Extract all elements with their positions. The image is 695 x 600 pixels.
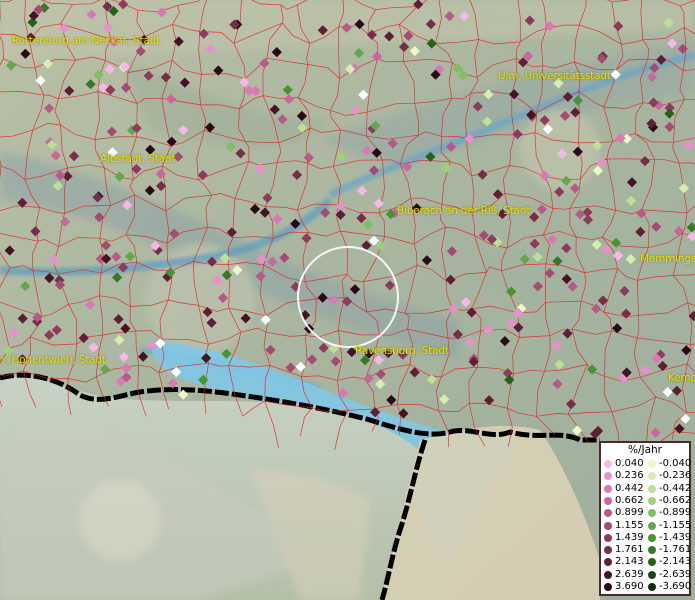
legend-swatch-positive — [604, 460, 612, 468]
legend-row: 0.236 -0.236 — [601, 470, 692, 482]
legend-title: %/Jahr — [627, 444, 663, 456]
legend-swatch-positive — [604, 521, 612, 530]
legend-row: 1.439 -1.439 — [601, 531, 692, 544]
legend-swatch-negative — [648, 558, 656, 567]
legend-swatch-positive — [604, 509, 612, 518]
legend-row: 3.690 -3.690 — [601, 581, 692, 593]
legend-swatch-positive — [604, 496, 612, 505]
legend-value-negative: -2.143 — [659, 556, 692, 568]
legend-swatch-positive — [604, 484, 612, 493]
legend-swatch-negative — [648, 472, 656, 481]
legend-value-negative: -1.761 — [659, 544, 692, 556]
city-label-kempten: Kemp — [668, 372, 695, 384]
city-label-rottenburg: Rottenburg am Neckar, Stadt — [12, 35, 161, 47]
legend-swatch-negative — [648, 521, 656, 530]
legend-swatch-negative — [648, 570, 656, 579]
legend-swatch-negative — [648, 509, 656, 518]
legend-swatch-positive — [604, 558, 612, 567]
legend-value-positive: 1.439 — [615, 531, 644, 543]
legend-row: 1.155 -1.155 — [601, 519, 692, 532]
legend-value-positive: 0.236 — [615, 470, 644, 482]
legend-value-negative: -0.442 — [659, 482, 692, 494]
legend-value-negative: -0.040 — [659, 458, 692, 469]
legend-row: 1.761 -1.761 — [601, 544, 692, 556]
city-label-singen: n (Hohentwiel), Stadt — [0, 354, 106, 366]
legend-value-negative: -1.155 — [659, 519, 692, 531]
legend-value-positive: 0.899 — [615, 507, 644, 519]
legend-swatch-positive — [604, 472, 612, 481]
legend-value-positive: 2.143 — [615, 556, 644, 568]
legend-swatch-positive — [604, 570, 612, 579]
legend-value-negative: -2.639 — [659, 568, 692, 580]
legend-row: 2.143 -2.143 — [601, 556, 692, 568]
legend-value-positive: 2.639 — [615, 568, 644, 580]
legend-value-positive: 0.442 — [615, 482, 644, 494]
legend-swatch-positive — [604, 533, 612, 542]
legend-value-positive: 0.040 — [615, 458, 644, 469]
legend-value-positive: 3.690 — [615, 581, 644, 592]
legend-row: 2.639 -2.639 — [601, 568, 692, 581]
legend-swatch-negative — [648, 496, 656, 505]
legend: %/Jahr 0.040 -0.040 0.236 -0.236 0.442 -0.442… — [599, 441, 691, 596]
legend-row: 0.040 -0.040 — [601, 458, 692, 470]
legend-value-positive: 1.761 — [615, 544, 644, 556]
legend-value-negative: -0.236 — [659, 470, 692, 482]
legend-value-positive: 1.155 — [615, 519, 644, 531]
legend-value-negative: -0.899 — [659, 507, 692, 519]
legend-row: 0.662 -0.662 — [601, 494, 692, 507]
legend-swatch-negative — [648, 460, 656, 468]
map-canvas[interactable] — [0, 0, 695, 600]
legend-swatch-negative — [648, 484, 656, 493]
legend-value-positive: 0.662 — [615, 494, 644, 506]
city-label-memmingen: Memminge — [640, 253, 695, 265]
legend-swatch-negative — [648, 546, 656, 555]
city-label-ravensburg: Ravensburg, Stadt — [355, 345, 449, 357]
city-label-biberach: Biberach an der Riß, Stadt — [397, 205, 531, 217]
legend-value-negative: -1.439 — [659, 531, 692, 543]
legend-swatch-negative — [648, 533, 656, 542]
legend-row: 0.899 -0.899 — [601, 507, 692, 519]
city-label-albstadt: Albstadt, Stadt — [100, 153, 176, 165]
legend-row: 0.442 -0.442 — [601, 482, 692, 495]
legend-value-negative: -0.662 — [659, 494, 692, 506]
legend-swatch-positive — [604, 583, 612, 591]
legend-swatch-positive — [604, 546, 612, 555]
legend-value-negative: -3.690 — [659, 581, 692, 592]
legend-swatch-negative — [648, 583, 656, 591]
city-label-ulm: Ulm, Universitätsstadt — [498, 70, 611, 82]
